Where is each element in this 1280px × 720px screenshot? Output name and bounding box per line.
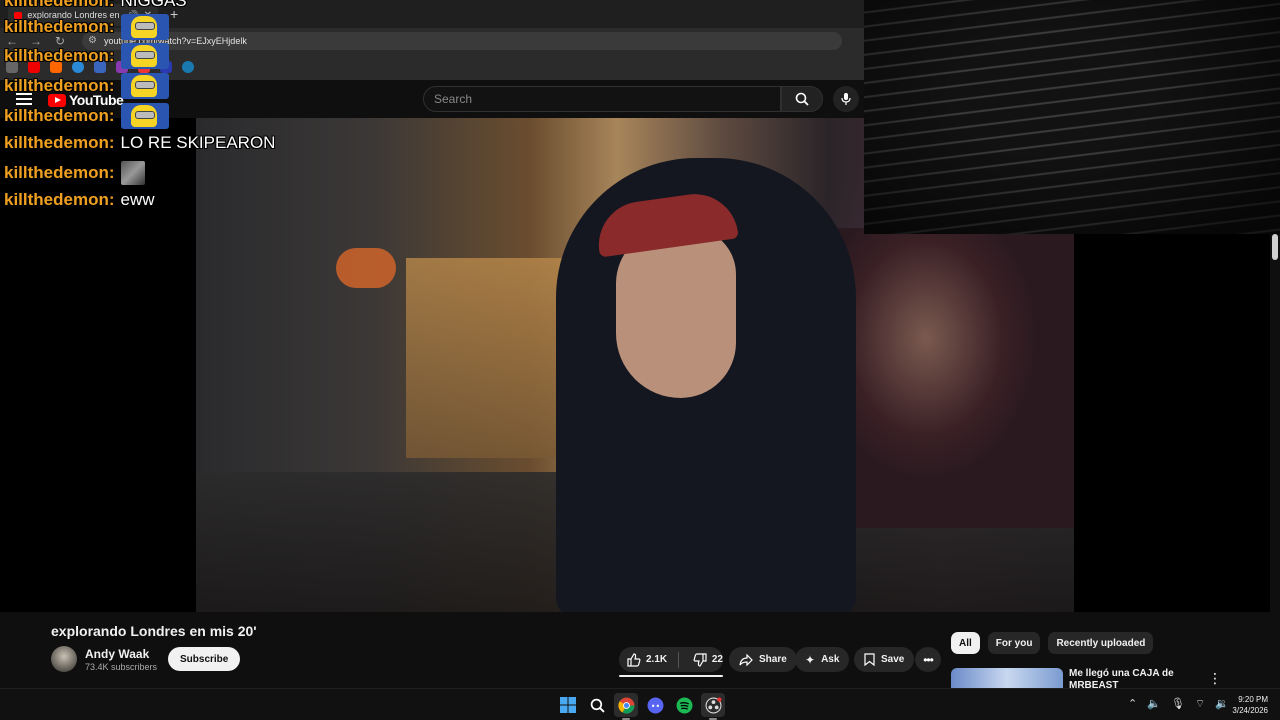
clock-time: 9:20 PM xyxy=(1238,695,1268,704)
share-button[interactable]: Share xyxy=(729,647,797,672)
minion-emote-icon xyxy=(120,14,169,40)
chat-message: killthedemon: xyxy=(4,161,145,185)
sparkle-icon: ✦ xyxy=(805,652,816,667)
chat-message: killthedemon: xyxy=(4,43,169,69)
speaker-icon[interactable]: 🔈 xyxy=(1147,697,1161,711)
recommendation-filters: All For you Recently uploaded xyxy=(951,632,1154,654)
recommended-video-title[interactable]: Me llegó una CAJA de MRBEAST xyxy=(1069,668,1199,688)
chat-text: LO RE SKIPEARON xyxy=(120,133,276,152)
chat-message: killthedemon: NIGGAS xyxy=(4,0,187,11)
chat-text: eww xyxy=(120,190,155,209)
chip-recently-uploaded[interactable]: Recently uploaded xyxy=(1048,632,1154,654)
chat-username: killthedemon: xyxy=(4,17,115,36)
wifi-icon[interactable]: ⌔ xyxy=(1195,697,1205,711)
bookmark-icon xyxy=(864,653,875,666)
like-button[interactable]: 2.1K xyxy=(619,652,672,667)
clock-date: 3/24/2026 xyxy=(1232,706,1268,715)
chat-username: killthedemon: xyxy=(4,133,115,152)
video-details: explorando Londres en mis 20' Andy Waak … xyxy=(0,612,1270,688)
video-frame-sign xyxy=(336,248,396,288)
like-dislike-group: 2.1K 22 xyxy=(619,647,723,672)
windows-taskbar: ⌃ 🔈 🎙 ⌔ 🔉 9:20 PM 3/24/2026 xyxy=(0,688,1280,720)
page-scrollbar[interactable] xyxy=(1270,234,1280,688)
bookmark-web-icon[interactable] xyxy=(182,61,194,73)
share-icon xyxy=(739,653,753,666)
chat-username: killthedemon: xyxy=(4,190,115,209)
like-divider xyxy=(677,651,679,668)
channel-avatar[interactable] xyxy=(51,646,77,672)
chevron-up-icon[interactable]: ⌃ xyxy=(1128,697,1137,711)
chat-message: killthedemon: xyxy=(4,103,169,129)
taskbar-search-icon[interactable] xyxy=(585,693,609,717)
chat-message: killthedemon: eww xyxy=(4,190,155,210)
more-actions-icon[interactable]: ••• xyxy=(915,647,941,672)
windows-start-icon[interactable] xyxy=(556,693,580,717)
url-bar[interactable]: ⚙ youtube.com/watch?v=EJxyEHjdelk xyxy=(82,32,842,50)
scrollbar-thumb[interactable] xyxy=(1272,234,1278,260)
search-placeholder: Search xyxy=(434,92,473,106)
chat-message: killthedemon: xyxy=(4,73,169,99)
ask-button[interactable]: ✦ Ask xyxy=(795,647,850,672)
webcam-overlay xyxy=(864,0,1280,234)
chat-username: killthedemon: xyxy=(4,163,115,182)
video-frame-face xyxy=(616,228,736,398)
search-button[interactable] xyxy=(781,86,823,112)
voice-search-button[interactable] xyxy=(833,86,859,112)
minion-emote-icon xyxy=(120,43,169,69)
minion-emote-icon xyxy=(120,103,169,129)
video-frame-storefront xyxy=(406,258,576,458)
dislike-button[interactable]: 22 xyxy=(685,652,723,667)
channel-name[interactable]: Andy Waak xyxy=(85,647,149,661)
dislike-count: 22 xyxy=(711,654,723,665)
share-label: Share xyxy=(759,654,787,665)
thumbs-down-icon xyxy=(693,652,707,667)
discord-icon[interactable] xyxy=(643,693,667,717)
search-input[interactable]: Search xyxy=(423,86,781,112)
save-button[interactable]: Save xyxy=(854,647,915,672)
thumbs-up-icon xyxy=(627,652,641,667)
chat-username: killthedemon: xyxy=(4,106,115,125)
taskbar-clock[interactable]: 9:20 PM 3/24/2026 xyxy=(1226,694,1268,716)
chat-message: killthedemon: xyxy=(4,14,169,40)
chat-text: NIGGAS xyxy=(120,0,187,10)
photo-emote-icon xyxy=(120,161,145,185)
ask-label: Ask xyxy=(821,654,840,665)
chat-username: killthedemon: xyxy=(4,46,115,65)
obs-icon[interactable] xyxy=(701,693,725,720)
chat-username: killthedemon: xyxy=(4,76,115,95)
like-indicator-bar xyxy=(619,675,723,677)
subscribe-button[interactable]: Subscribe xyxy=(168,647,241,671)
subscriber-count: 73.4K subscribers xyxy=(85,662,158,672)
video-title: explorando Londres en mis 20' xyxy=(51,623,257,639)
recommended-video-thumbnail[interactable] xyxy=(951,668,1063,688)
video-frame-poster xyxy=(836,228,1074,528)
taskbar-apps xyxy=(556,693,725,720)
chat-message: killthedemon: LO RE SKIPEARON xyxy=(4,133,275,153)
chip-all[interactable]: All xyxy=(951,632,980,654)
search-icon xyxy=(795,92,809,106)
system-tray: ⌃ 🔈 🎙 ⌔ 🔉 xyxy=(1128,697,1229,711)
chat-username: killthedemon: xyxy=(4,0,115,10)
like-count: 2.1K xyxy=(646,654,668,665)
minion-emote-icon xyxy=(120,73,169,99)
chip-for-you[interactable]: For you xyxy=(987,632,1041,654)
vertical-dots-icon[interactable]: ⋮ xyxy=(1208,670,1222,687)
spotify-icon[interactable] xyxy=(672,693,696,717)
chrome-icon[interactable] xyxy=(614,693,638,720)
microphone-icon xyxy=(841,93,851,105)
save-label: Save xyxy=(881,654,905,665)
microphone-tray-icon[interactable]: 🎙 xyxy=(1171,697,1185,711)
